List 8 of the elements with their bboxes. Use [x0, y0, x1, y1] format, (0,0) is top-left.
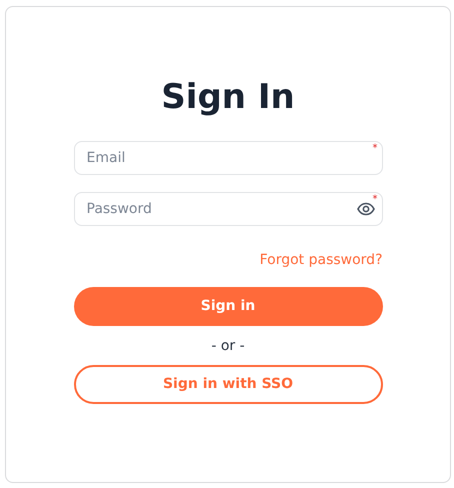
eye-icon[interactable] — [356, 202, 374, 216]
page-title: Sign In — [161, 77, 295, 117]
required-asterisk: * — [372, 195, 378, 205]
separator-text: - or - — [211, 337, 245, 355]
forgot-password-link[interactable]: Forgot password? — [260, 251, 382, 269]
required-asterisk: * — [372, 144, 378, 154]
sso-button[interactable]: Sign in with SSO — [74, 365, 382, 404]
sign-in-button[interactable]: Sign in — [74, 287, 382, 326]
